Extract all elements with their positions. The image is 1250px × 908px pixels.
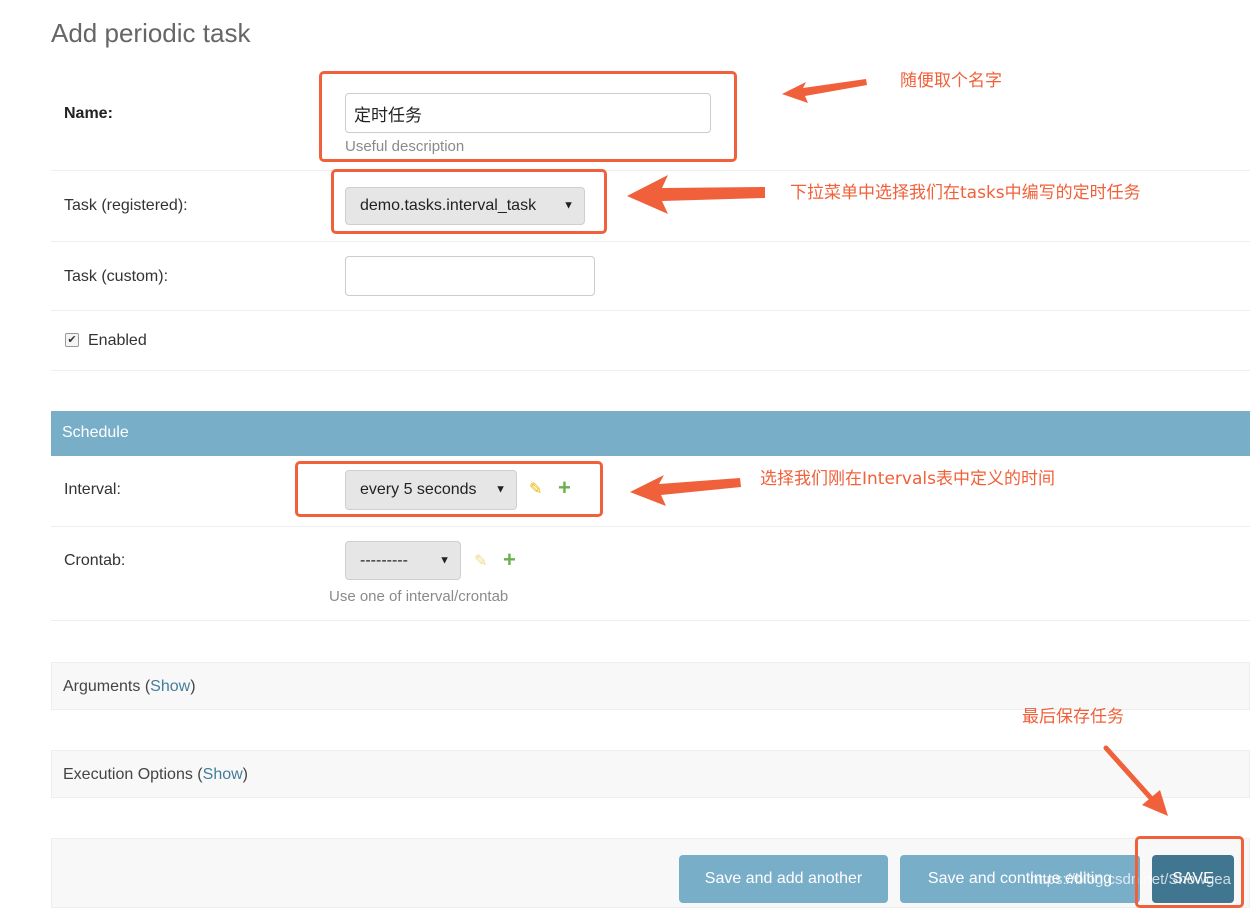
annotation-interval-note: 选择我们刚在Intervals表中定义的时间 xyxy=(760,469,1055,489)
annotation-name-note: 随便取个名字 xyxy=(900,71,1002,91)
annotation-task-note: 下拉菜单中选择我们在tasks中编写的定时任务 xyxy=(790,183,1141,203)
arrow-task-icon xyxy=(627,175,765,214)
annotation-save-note: 最后保存任务 xyxy=(1022,707,1124,727)
arrow-save-icon xyxy=(1103,745,1168,816)
arrow-interval-icon xyxy=(630,475,741,506)
annotation-arrows xyxy=(627,79,1168,816)
arrow-name-icon xyxy=(782,79,867,103)
